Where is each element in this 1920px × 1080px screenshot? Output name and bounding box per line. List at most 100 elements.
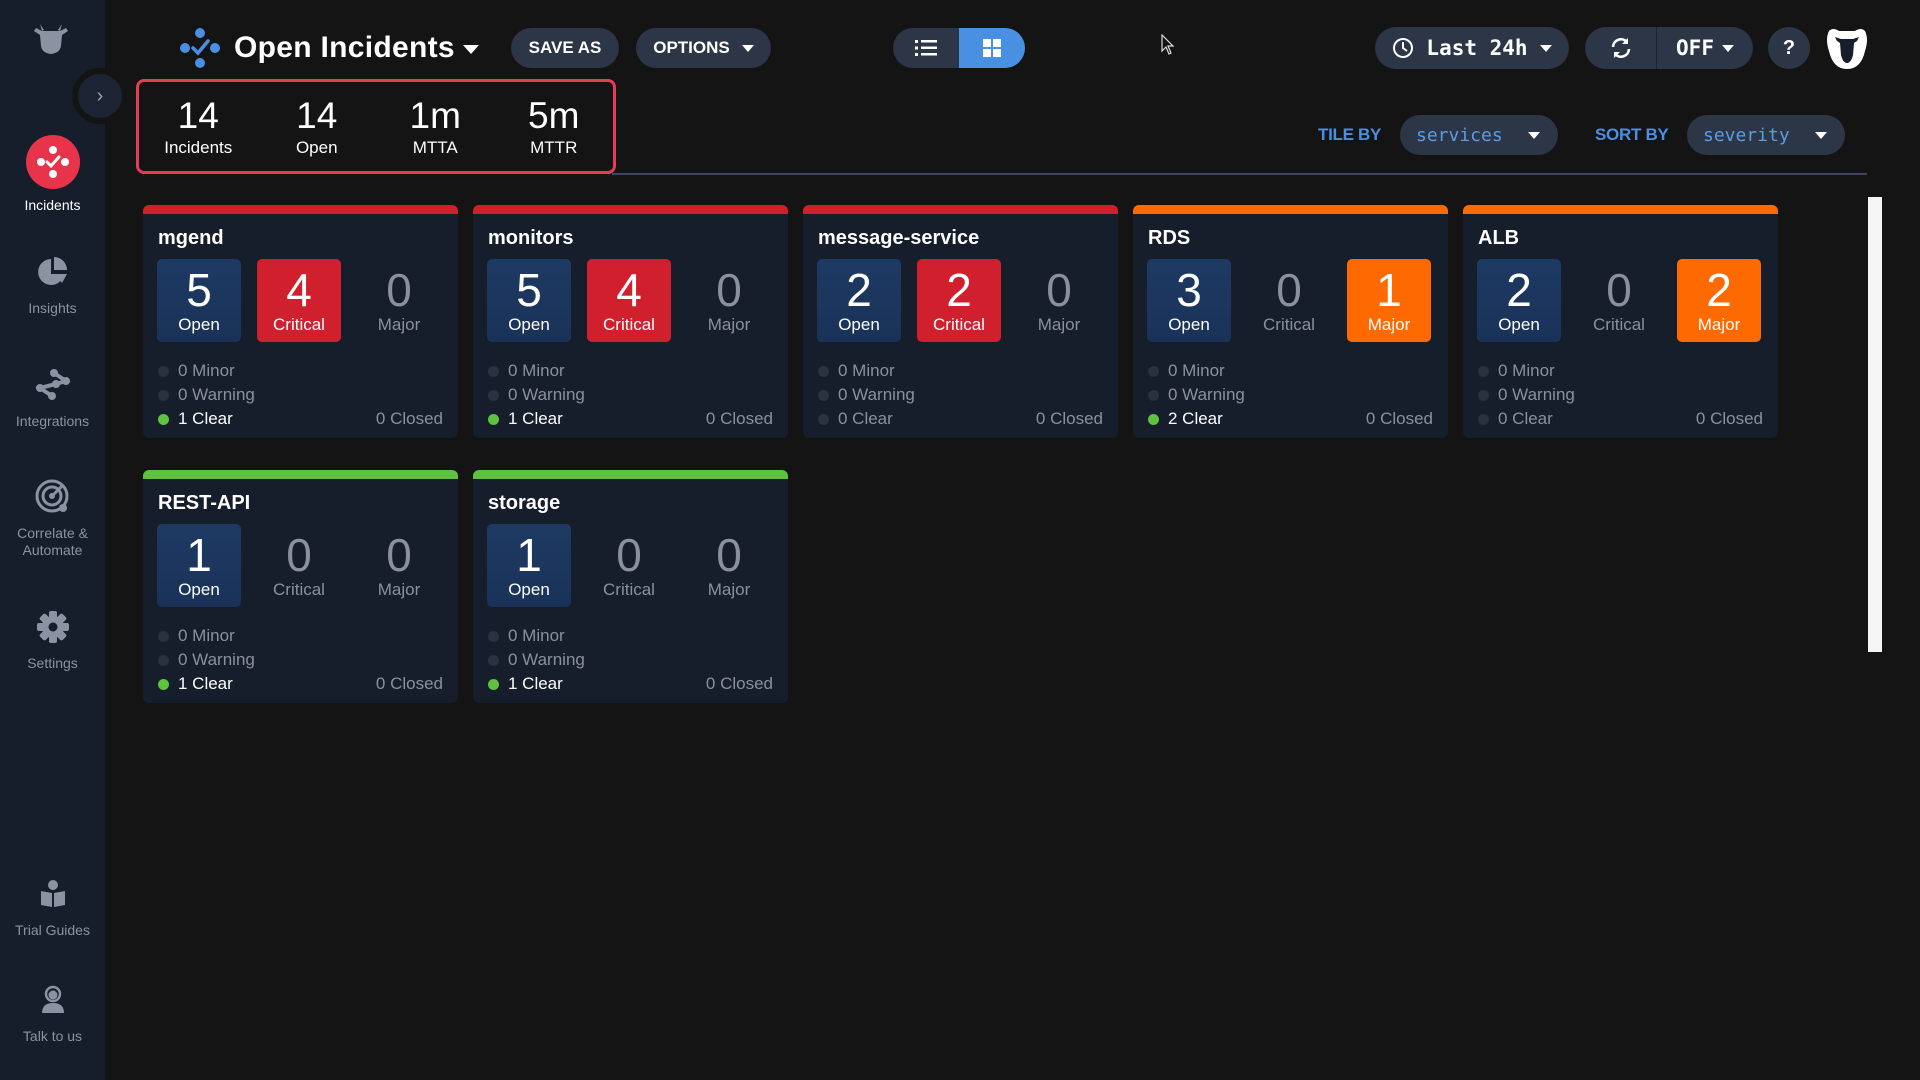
status-dot bbox=[158, 413, 169, 425]
open-count-box[interactable]: 5 Open bbox=[157, 259, 241, 342]
major-count-box[interactable]: 0 Major bbox=[687, 524, 771, 607]
service-tile[interactable]: storage 1 Open 0 Critical 0 Major 0 Mino… bbox=[473, 470, 788, 703]
count-boxes: 5 Open 4 Critical 0 Major bbox=[157, 259, 441, 342]
critical-label: Critical bbox=[603, 315, 655, 334]
summary-label: MTTA bbox=[412, 137, 458, 157]
open-count-box[interactable]: 1 Open bbox=[487, 524, 571, 607]
cow-logo-icon[interactable] bbox=[32, 22, 70, 56]
tile-view-button[interactable] bbox=[959, 28, 1025, 68]
summary-mtta: 1m MTTA bbox=[376, 82, 495, 171]
grid-icon bbox=[983, 39, 1001, 57]
critical-count-box[interactable]: 0 Critical bbox=[257, 524, 341, 607]
critical-count: 0 bbox=[1606, 264, 1632, 316]
sidebar-item-incidents[interactable]: Incidents bbox=[0, 135, 105, 214]
critical-count: 2 bbox=[946, 264, 972, 316]
count-boxes: 5 Open 4 Critical 0 Major bbox=[487, 259, 771, 342]
auto-refresh-dropdown[interactable]: OFF bbox=[1657, 27, 1753, 69]
critical-count-box[interactable]: 0 Critical bbox=[1577, 259, 1661, 342]
status-dot bbox=[488, 413, 499, 425]
open-count-box[interactable]: 2 Open bbox=[817, 259, 901, 342]
service-tile[interactable]: monitors 5 Open 4 Critical 0 Major 0 Min… bbox=[473, 205, 788, 438]
tile-by-value: services bbox=[1416, 124, 1503, 146]
status-dot bbox=[1478, 389, 1489, 401]
time-range-dropdown[interactable]: Last 24h bbox=[1375, 27, 1569, 69]
severity-bar bbox=[143, 470, 458, 479]
tile-by-dropdown[interactable]: services bbox=[1400, 115, 1558, 155]
critical-count: 4 bbox=[616, 264, 642, 316]
sidebar-item-trial-guides[interactable]: Trial Guides bbox=[0, 874, 105, 939]
closed-count: 0 Closed bbox=[375, 409, 443, 428]
service-name: RDS bbox=[1148, 227, 1191, 249]
minor-count: 0 Minor bbox=[178, 361, 235, 380]
sidebar-item-insights[interactable]: Insights bbox=[0, 252, 105, 317]
sidebar-item-label: Correlate & Automate bbox=[17, 525, 88, 558]
major-count-box[interactable]: 2 Major bbox=[1677, 259, 1761, 342]
clear-row: 1 Clear 0 Closed bbox=[158, 407, 443, 431]
major-label: Major bbox=[1697, 315, 1741, 334]
warning-row: 0 Warning bbox=[158, 383, 443, 407]
sidebar-item-integrations[interactable]: Integrations bbox=[0, 365, 105, 430]
sidebar-item-label: Incidents bbox=[24, 197, 81, 213]
service-tile[interactable]: REST-API 1 Open 0 Critical 0 Major 0 Min… bbox=[143, 470, 458, 703]
service-tile[interactable]: ALB 2 Open 0 Critical 2 Major 0 Minor 0 … bbox=[1463, 205, 1778, 438]
major-count-box[interactable]: 1 Major bbox=[1347, 259, 1431, 342]
sidebar-item-settings[interactable]: Settings bbox=[0, 607, 105, 672]
sidebar-item-label: Integrations bbox=[15, 413, 90, 429]
major-label: Major bbox=[377, 315, 421, 334]
caret-down-icon bbox=[1815, 131, 1827, 139]
clear-row: 1 Clear 0 Closed bbox=[158, 672, 443, 696]
help-button[interactable]: ? bbox=[1768, 27, 1810, 69]
minor-count: 0 Minor bbox=[1168, 361, 1225, 380]
clear-count: 1 Clear bbox=[178, 409, 233, 428]
severity-bar bbox=[473, 205, 788, 214]
major-count-box[interactable]: 0 Major bbox=[357, 259, 441, 342]
scrollbar[interactable] bbox=[1868, 197, 1882, 652]
clear-count: 0 Clear bbox=[838, 409, 893, 428]
service-tile[interactable]: message-service 2 Open 2 Critical 0 Majo… bbox=[803, 205, 1118, 438]
list-view-button[interactable] bbox=[893, 28, 959, 68]
warning-count: 0 Warning bbox=[1168, 385, 1245, 404]
open-count: 2 bbox=[846, 264, 872, 316]
view-selector[interactable]: Open Incidents bbox=[178, 26, 479, 70]
clear-count: 0 Clear bbox=[1498, 409, 1553, 428]
summary-incidents: 14 Incidents bbox=[139, 82, 258, 171]
critical-count-box[interactable]: 0 Critical bbox=[1247, 259, 1331, 342]
critical-count-box[interactable]: 4 Critical bbox=[587, 259, 671, 342]
summary-label: MTTR bbox=[530, 137, 578, 157]
status-dot bbox=[1148, 413, 1159, 425]
warning-count: 0 Warning bbox=[508, 650, 585, 669]
severity-breakdown: 0 Minor 0 Warning 1 Clear 0 Closed bbox=[488, 624, 773, 696]
critical-label: Critical bbox=[273, 315, 325, 334]
sidebar-expand-button[interactable]: › bbox=[78, 74, 122, 118]
major-count-box[interactable]: 0 Major bbox=[357, 524, 441, 607]
open-label: Open bbox=[1168, 315, 1210, 334]
major-count-box[interactable]: 0 Major bbox=[1017, 259, 1101, 342]
critical-count-box[interactable]: 4 Critical bbox=[257, 259, 341, 342]
user-avatar[interactable] bbox=[1825, 25, 1869, 71]
sort-by-dropdown[interactable]: severity bbox=[1687, 115, 1845, 155]
critical-count: 4 bbox=[286, 264, 312, 316]
major-count: 0 bbox=[386, 529, 412, 581]
minor-count: 0 Minor bbox=[178, 626, 235, 645]
sidebar-item-correlate-automate[interactable]: Correlate & Automate bbox=[0, 477, 105, 559]
options-button[interactable]: OPTIONS bbox=[636, 28, 771, 68]
open-count-box[interactable]: 2 Open bbox=[1477, 259, 1561, 342]
severity-breakdown: 0 Minor 0 Warning 1 Clear 0 Closed bbox=[158, 359, 443, 431]
service-tile[interactable]: mgend 5 Open 4 Critical 0 Major 0 Minor … bbox=[143, 205, 458, 438]
open-count: 5 bbox=[516, 264, 542, 316]
major-count-box[interactable]: 0 Major bbox=[687, 259, 771, 342]
save-as-button[interactable]: SAVE AS bbox=[511, 28, 619, 68]
caret-down-icon bbox=[1528, 131, 1540, 139]
open-count-box[interactable]: 1 Open bbox=[157, 524, 241, 607]
warning-row: 0 Warning bbox=[818, 383, 1103, 407]
status-dot bbox=[818, 365, 829, 377]
critical-count-box[interactable]: 2 Critical bbox=[917, 259, 1001, 342]
sidebar-item-talk-to-us[interactable]: Talk to us bbox=[0, 980, 105, 1045]
open-count-box[interactable]: 5 Open bbox=[487, 259, 571, 342]
service-tile[interactable]: RDS 3 Open 0 Critical 1 Major 0 Minor 0 … bbox=[1133, 205, 1448, 438]
open-count-box[interactable]: 3 Open bbox=[1147, 259, 1231, 342]
refresh-button[interactable] bbox=[1585, 27, 1657, 69]
service-name: mgend bbox=[158, 227, 224, 249]
severity-breakdown: 0 Minor 0 Warning 2 Clear 0 Closed bbox=[1148, 359, 1433, 431]
critical-count-box[interactable]: 0 Critical bbox=[587, 524, 671, 607]
